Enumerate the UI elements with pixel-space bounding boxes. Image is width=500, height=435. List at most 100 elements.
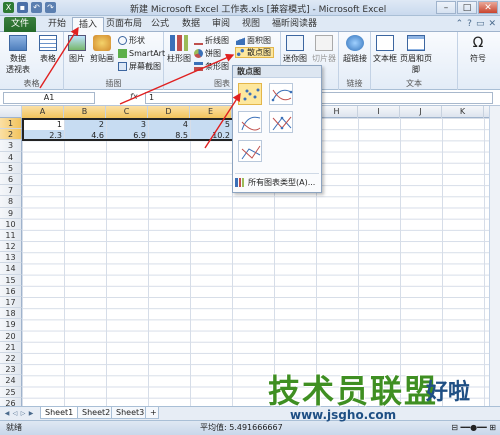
- row-header-6[interactable]: 6: [0, 173, 22, 186]
- cell-c2[interactable]: 6.9: [107, 130, 148, 142]
- column-header-b[interactable]: B: [64, 106, 106, 118]
- header-footer-button[interactable]: 页眉和页脚: [399, 35, 433, 75]
- tab-view[interactable]: 视图: [236, 17, 266, 32]
- column-header-j[interactable]: J: [400, 106, 442, 118]
- tab-formulas[interactable]: 公式: [145, 17, 175, 32]
- row-header-10[interactable]: 10: [0, 218, 22, 230]
- vertical-scrollbar[interactable]: [489, 106, 500, 406]
- last-sheet-nav-icon[interactable]: ▶: [27, 409, 35, 418]
- scatter-smooth-markers-option[interactable]: [269, 83, 293, 105]
- undo-icon[interactable]: ↶: [31, 2, 42, 13]
- pivot-table-button[interactable]: 数据 透视表: [3, 35, 33, 75]
- name-box[interactable]: A1: [3, 92, 95, 104]
- scatter-straight-lines-option[interactable]: [238, 140, 262, 162]
- line-chart-button[interactable]: 折线图: [194, 35, 229, 46]
- cell-d1[interactable]: 4: [149, 119, 190, 130]
- scatter-chart-button[interactable]: 散点图: [235, 47, 274, 58]
- column-header-c[interactable]: C: [106, 106, 148, 118]
- tab-file[interactable]: 文件: [4, 17, 36, 32]
- row-header-7[interactable]: 7: [0, 185, 22, 197]
- symbol-button[interactable]: Ω 符号: [464, 35, 492, 64]
- cell-b1[interactable]: 2: [65, 119, 106, 130]
- column-header-d[interactable]: D: [148, 106, 190, 118]
- row-header-8[interactable]: 8: [0, 196, 22, 208]
- scatter-straight-markers-option[interactable]: [269, 111, 293, 133]
- row-header-16[interactable]: 16: [0, 285, 22, 297]
- cell-c1[interactable]: 3: [107, 119, 148, 130]
- save-icon[interactable]: ▪: [17, 2, 28, 13]
- sheet-tab-1[interactable]: Sheet1: [40, 407, 79, 419]
- column-header-a[interactable]: A: [22, 106, 64, 118]
- insert-function-icon[interactable]: fx: [130, 92, 138, 101]
- row-header-1[interactable]: 1: [0, 118, 22, 130]
- area-chart-button[interactable]: 面积图: [236, 35, 271, 46]
- cell-a1[interactable]: 1: [23, 119, 64, 130]
- row-header-9[interactable]: 9: [0, 207, 22, 219]
- row-header-11[interactable]: 11: [0, 229, 22, 242]
- cell-e2[interactable]: 10.2: [191, 130, 232, 142]
- smartart-button[interactable]: SmartArt: [118, 48, 165, 59]
- cell-e1[interactable]: 5: [191, 119, 232, 130]
- prev-sheet-nav-icon[interactable]: ◁: [11, 409, 19, 418]
- redo-icon[interactable]: ↷: [45, 2, 56, 13]
- row-header-13[interactable]: 13: [0, 252, 22, 264]
- row-header-15[interactable]: 15: [0, 274, 22, 286]
- next-sheet-nav-icon[interactable]: ▷: [19, 409, 27, 418]
- row-header-20[interactable]: 20: [0, 330, 22, 342]
- maximize-button[interactable]: □: [457, 1, 477, 14]
- shapes-button[interactable]: 形状: [118, 35, 145, 46]
- table-button[interactable]: 表格: [36, 35, 60, 64]
- cell-d2[interactable]: 8.5: [149, 130, 190, 142]
- row-header-25[interactable]: 25: [0, 386, 22, 398]
- row-header-22[interactable]: 22: [0, 352, 22, 365]
- close-workbook-icon[interactable]: ✕: [488, 19, 496, 29]
- first-sheet-nav-icon[interactable]: ◀: [3, 409, 11, 418]
- collapse-ribbon-icon[interactable]: ⌃: [456, 19, 464, 29]
- row-header-12[interactable]: 12: [0, 241, 22, 253]
- row-header-23[interactable]: 23: [0, 364, 22, 376]
- column-chart-button[interactable]: 柱形图: [167, 35, 191, 64]
- row-header-17[interactable]: 17: [0, 297, 22, 309]
- help-icon[interactable]: ?: [467, 19, 472, 29]
- row-header-3[interactable]: 3: [0, 140, 22, 152]
- scatter-smooth-lines-option[interactable]: [238, 111, 262, 133]
- tab-page-layout[interactable]: 页面布局: [100, 17, 148, 32]
- sheet-tab-3[interactable]: Sheet3: [111, 407, 150, 419]
- row-header-2[interactable]: 2: [0, 129, 22, 141]
- close-button[interactable]: ✕: [478, 1, 498, 14]
- minimize-button[interactable]: –: [436, 1, 456, 14]
- restore-icon[interactable]: ▭: [476, 19, 485, 29]
- hyperlink-button[interactable]: 超链接: [342, 35, 368, 64]
- clipart-button[interactable]: 剪贴画: [90, 35, 114, 64]
- zoom-slider-icon[interactable]: ⊟ ━━●━━ ⊞: [451, 421, 496, 435]
- scatter-markers-only-option[interactable]: [238, 83, 262, 105]
- picture-button[interactable]: 图片: [66, 35, 88, 64]
- column-header-i[interactable]: I: [358, 106, 400, 118]
- row-header-5[interactable]: 5: [0, 162, 22, 174]
- column-header-k[interactable]: K: [442, 106, 484, 118]
- cell-a2[interactable]: 2.3: [23, 130, 64, 142]
- select-all-corner[interactable]: [0, 106, 22, 118]
- row-header-24[interactable]: 24: [0, 375, 22, 387]
- all-chart-types-item[interactable]: 所有图表类型(A)...: [235, 177, 315, 188]
- tab-home[interactable]: 开始: [42, 17, 72, 32]
- row-header-18[interactable]: 18: [0, 308, 22, 320]
- bar-chart-button[interactable]: 条形图: [194, 61, 229, 72]
- textbox-button[interactable]: 文本框: [373, 35, 397, 64]
- row-header-21[interactable]: 21: [0, 341, 22, 353]
- tab-review[interactable]: 审阅: [206, 17, 236, 32]
- sparkline-button[interactable]: 迷你图: [283, 35, 307, 64]
- row-header-19[interactable]: 19: [0, 319, 22, 331]
- sheet-tab-2[interactable]: Sheet2: [77, 407, 116, 419]
- excel-logo-icon[interactable]: X: [3, 2, 14, 13]
- row-header-26[interactable]: 26: [0, 397, 22, 406]
- pie-chart-button[interactable]: 饼图: [194, 48, 221, 59]
- row-header-14[interactable]: 14: [0, 263, 22, 275]
- cell-b2[interactable]: 4.6: [65, 130, 106, 142]
- new-sheet-icon[interactable]: +: [145, 407, 159, 419]
- row-header-4[interactable]: 4: [0, 151, 22, 163]
- tab-foxit-reader[interactable]: 福昕阅读器: [266, 17, 323, 32]
- column-header-h[interactable]: H: [316, 106, 358, 118]
- column-header-e[interactable]: E: [190, 106, 232, 118]
- screenshot-button[interactable]: 屏幕截图: [118, 61, 161, 72]
